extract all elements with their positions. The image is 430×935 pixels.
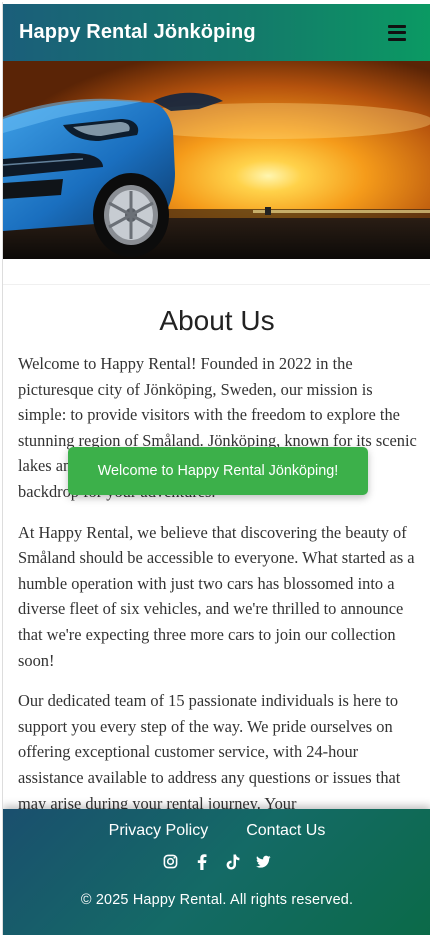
welcome-toast: Welcome to Happy Rental Jönköping! (68, 447, 368, 495)
social-links (3, 853, 430, 871)
site-header: Happy Rental Jönköping (3, 4, 430, 61)
privacy-policy-link[interactable]: Privacy Policy (109, 822, 209, 840)
hero-image (3, 61, 430, 259)
tiktok-icon[interactable] (225, 853, 240, 870)
facebook-icon[interactable] (194, 853, 209, 870)
brand-title[interactable]: Happy Rental Jönköping (19, 21, 256, 44)
about-section: About Us Welcome to Happy Rental! Founde… (3, 284, 430, 812)
about-paragraph-3: Our dedicated team of 15 passionate indi… (18, 691, 401, 812)
hamburger-menu-icon (388, 24, 406, 41)
footer-links: Privacy Policy Contact Us (3, 809, 430, 840)
app-frame: Happy Rental Jönköping About Us Welcome … (2, 2, 430, 935)
twitter-icon[interactable] (256, 853, 271, 870)
contact-us-link[interactable]: Contact Us (246, 822, 325, 840)
about-title: About Us (159, 305, 275, 336)
instagram-icon[interactable] (163, 853, 178, 870)
hamburger-menu-button[interactable] (379, 15, 415, 51)
site-footer: Privacy Policy Contact Us © 2025 Happy R… (3, 809, 430, 935)
copyright-text: © 2025 Happy Rental. All rights reserved… (80, 892, 354, 908)
about-paragraph-2: At Happy Rental, we believe that discove… (18, 522, 415, 670)
